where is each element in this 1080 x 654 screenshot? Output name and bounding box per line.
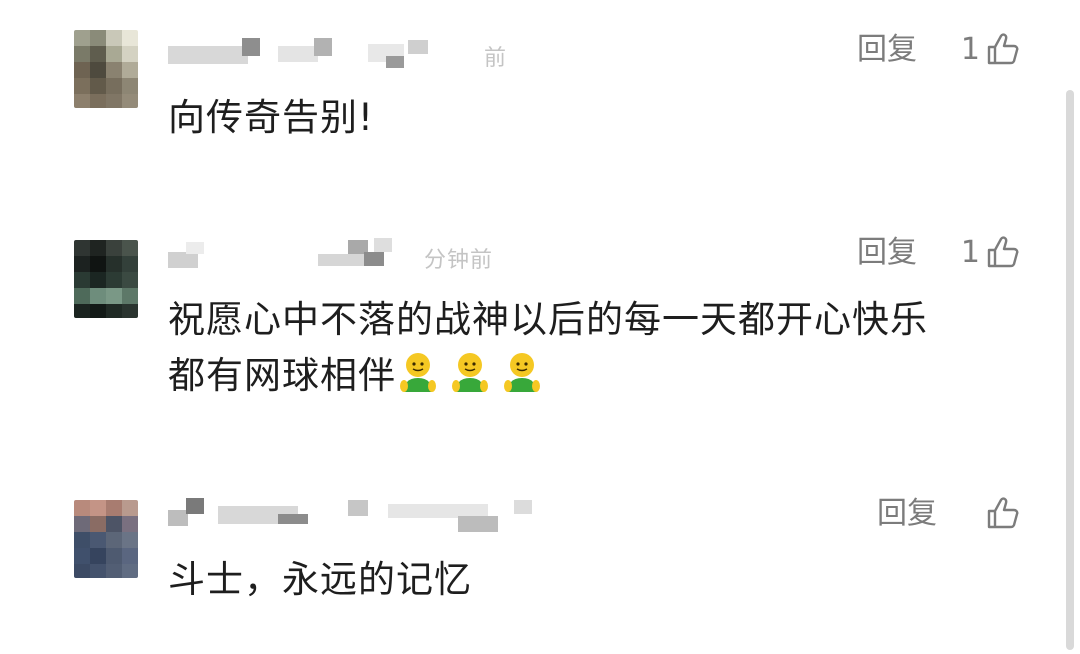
comment-timestamp: 分钟前 <box>424 248 494 273</box>
like-count: 1 <box>960 235 980 270</box>
green-figure-emoji-icon <box>452 353 488 392</box>
username-obscured[interactable] <box>168 496 548 532</box>
thumbs-up-icon[interactable] <box>986 496 1020 530</box>
comment-text: 祝愿心中不落的战神以后的每一天都开心快乐 都有网球相伴 <box>168 292 1028 404</box>
comment-text: 斗士，永远的记忆 <box>168 558 472 601</box>
comment-text-line: 祝愿心中不落的战神以后的每一天都开心快乐 <box>168 298 928 341</box>
thumbs-up-icon[interactable] <box>986 235 1020 269</box>
green-figure-emoji-icon <box>504 353 540 392</box>
comment-item: 前 回复 1 向传奇告别! <box>0 0 1080 200</box>
reply-button[interactable]: 回复 <box>877 496 937 532</box>
comment-text: 向传奇告别! <box>168 96 374 139</box>
reply-button[interactable]: 回复 <box>857 32 917 68</box>
comment-item: 分钟前 回复 1 祝愿心中不落的战神以后的每一天都开心快乐 都有网球相伴 <box>0 200 1080 470</box>
scrollbar[interactable] <box>1066 90 1074 650</box>
comment-text-line: 都有网球相伴 <box>168 354 396 397</box>
comment-item: 回复 斗士，永远的记忆 <box>0 470 1080 654</box>
comment-text-line-2: 都有网球相伴 <box>168 348 1028 404</box>
username-obscured[interactable] <box>168 38 528 68</box>
comment-timestamp: 前 <box>484 46 508 71</box>
avatar[interactable] <box>74 30 138 108</box>
avatar[interactable] <box>74 500 138 578</box>
avatar[interactable] <box>74 240 138 318</box>
thumbs-up-icon[interactable] <box>986 32 1020 66</box>
green-figure-emoji-icon <box>400 353 436 392</box>
reply-button[interactable]: 回复 <box>857 235 917 271</box>
like-count: 1 <box>960 32 980 67</box>
